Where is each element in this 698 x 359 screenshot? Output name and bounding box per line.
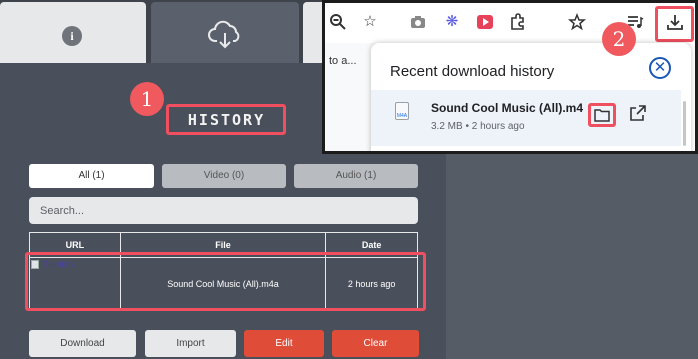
audio-file-icon: M4A [395,102,409,120]
filter-all[interactable]: All (1) [29,164,154,188]
close-icon[interactable]: ✕ [649,57,671,79]
download-button[interactable]: Download [29,330,136,357]
flower-extension-icon[interactable]: ❋ [443,13,461,31]
folder-icon [594,109,610,122]
highlight-row [25,252,426,311]
tab-download[interactable] [151,2,299,63]
page-fragment: to a... [325,43,375,151]
extensions-puzzle-icon[interactable] [509,13,527,31]
step-badge-2: 2 [602,22,636,56]
cloud-download-icon [208,20,240,49]
filter-video[interactable]: Video (0) [162,164,286,188]
tab-info[interactable]: i [0,2,146,63]
open-external-icon [630,105,646,121]
show-in-folder-button[interactable] [588,103,616,127]
download-item[interactable]: M4A Sound Cool Music (All).m4 3.2 MB • 2… [371,90,681,146]
zoom-icon[interactable] [329,13,347,31]
downloads-panel-title: Recent download history [390,63,555,80]
clear-button[interactable]: Clear [332,330,419,357]
panel-scrollbar[interactable] [683,101,686,146]
import-button[interactable]: Import [145,330,236,357]
highlight-download-button [655,6,694,42]
filter-audio[interactable]: Audio (1) [294,164,418,188]
search-input[interactable] [29,197,418,224]
step-badge-1: 1 [130,82,164,116]
chrome-window: ☆ ❋ to a... Recent download history ✕ M4… [322,0,698,154]
info-icon: i [62,26,82,46]
edit-button[interactable]: Edit [244,330,324,357]
downloads-panel: Recent download history ✕ M4A Sound Cool… [371,43,691,151]
video-extension-icon[interactable] [476,13,494,31]
open-external-button[interactable] [629,104,649,124]
favorites-star-icon[interactable] [568,12,586,31]
camera-icon[interactable] [409,13,427,31]
highlight-history [166,104,286,135]
download-meta: 3.2 MB • 2 hours ago [431,121,525,132]
bookmark-star-icon[interactable]: ☆ [361,13,379,31]
chrome-toolbar: ☆ ❋ [325,3,695,43]
download-filename: Sound Cool Music (All).m4 [431,101,583,115]
